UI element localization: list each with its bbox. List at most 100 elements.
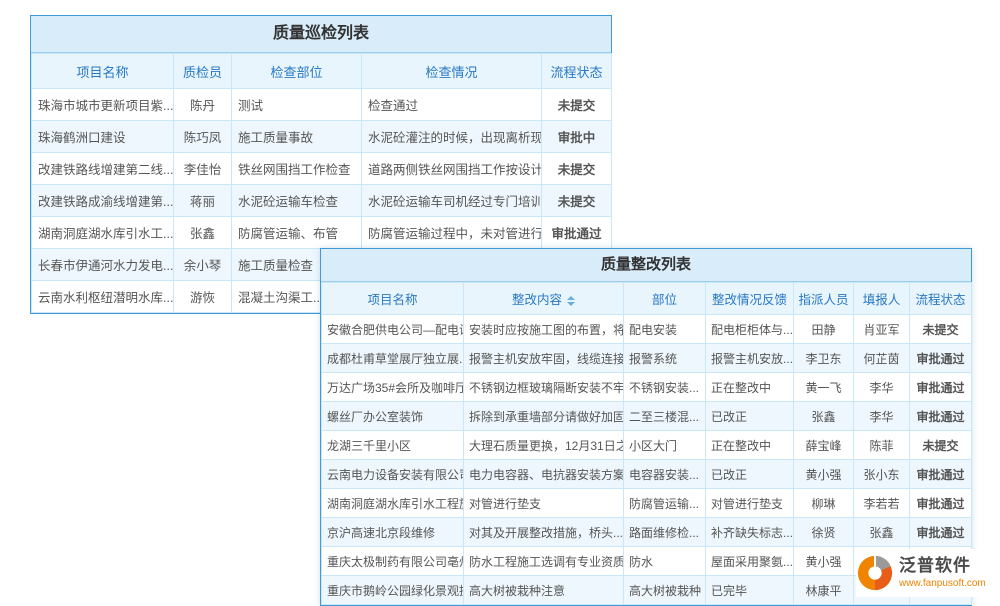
- project-name-link[interactable]: 重庆太极制药有限公司亳州中...: [322, 547, 464, 576]
- col-workflow-status[interactable]: 流程状态: [910, 283, 972, 315]
- rectify-content-cell: 防水工程施工选调有专业资质...: [464, 547, 624, 576]
- assignee-link[interactable]: 黄一飞: [794, 373, 854, 402]
- assignee-link[interactable]: 张鑫: [794, 402, 854, 431]
- inspection-row: 珠海鹤洲口建设 陈巧凤 施工质量事故 水泥砼灌注的时候，出现离析现象 审批中: [32, 121, 612, 153]
- reporter-link[interactable]: 李华: [854, 373, 910, 402]
- col-reporter[interactable]: 填报人: [854, 283, 910, 315]
- project-name-link[interactable]: 螺丝厂办公室装饰: [322, 402, 464, 431]
- reporter-link[interactable]: 李若若: [854, 489, 910, 518]
- status-badge: 审批通过: [910, 402, 972, 431]
- status-badge: 审批中: [542, 121, 612, 153]
- col-check-result[interactable]: 检查情况: [362, 54, 542, 89]
- project-name-link[interactable]: 湖南洞庭湖水库引水工...: [32, 217, 174, 249]
- assignee-link[interactable]: 林康平: [794, 576, 854, 605]
- inspection-row: 改建铁路成渝线增建第... 蒋丽 水泥砼运输车检查 水泥砼运输车司机经过专门培训…: [32, 185, 612, 217]
- brand-watermark: 泛普软件 www.fanpusoft.com: [856, 549, 998, 597]
- project-name-link[interactable]: 成都杜甫草堂展厅独立展...: [322, 344, 464, 373]
- check-part-cell: 测试: [232, 89, 362, 121]
- check-result-cell: 水泥砼灌注的时候，出现离析现象: [362, 121, 542, 153]
- project-name-link[interactable]: 京沪高速北京段维修: [322, 518, 464, 547]
- project-name-link[interactable]: 珠海市城市更新项目紫...: [32, 89, 174, 121]
- col-check-part[interactable]: 检查部位: [232, 54, 362, 89]
- rectify-row: 湖南洞庭湖水库引水工程施工... 对管进行垫支 防腐管运输... 对管进行垫支 …: [322, 489, 972, 518]
- inspector-link[interactable]: 陈巧凤: [174, 121, 232, 153]
- feedback-cell: 对管进行垫支: [706, 489, 794, 518]
- inspection-row: 改建铁路线增建第二线... 李佳怡 铁丝网围挡工作检查 道路两侧铁丝网围挡工作按…: [32, 153, 612, 185]
- col-label: 整改内容: [512, 293, 562, 307]
- status-badge: 审批通过: [910, 460, 972, 489]
- check-part-cell: 施工质量事故: [232, 121, 362, 153]
- rectification-table-title: 质量整改列表: [321, 249, 971, 282]
- check-result-cell: 检查通过: [362, 89, 542, 121]
- inspector-link[interactable]: 陈丹: [174, 89, 232, 121]
- project-name-link[interactable]: 安徽合肥供电公司—配电设备...: [322, 315, 464, 344]
- assignee-link[interactable]: 徐贤: [794, 518, 854, 547]
- reporter-link[interactable]: 张小东: [854, 460, 910, 489]
- reporter-link[interactable]: 何芷茵: [854, 344, 910, 373]
- project-name-link[interactable]: 云南水利枢纽潜明水库...: [32, 281, 174, 313]
- rectify-content-cell: 不锈钢边框玻璃隔断安装不牢...: [464, 373, 624, 402]
- assignee-link[interactable]: 李卫东: [794, 344, 854, 373]
- check-part-cell: 防腐管运输、布管: [232, 217, 362, 249]
- col-assignee[interactable]: 指派人员: [794, 283, 854, 315]
- feedback-cell: 已改正: [706, 402, 794, 431]
- col-project-name[interactable]: 项目名称: [32, 54, 174, 89]
- project-name-link[interactable]: 万达广场35#会所及咖啡厅空...: [322, 373, 464, 402]
- col-feedback[interactable]: 整改情况反馈: [706, 283, 794, 315]
- assignee-link[interactable]: 柳琳: [794, 489, 854, 518]
- rectify-row: 京沪高速北京段维修 对其及开展整改措施，桥头... 路面维修检... 补齐缺失标…: [322, 518, 972, 547]
- status-badge: 未提交: [910, 431, 972, 460]
- inspector-link[interactable]: 张鑫: [174, 217, 232, 249]
- col-project-name[interactable]: 项目名称: [322, 283, 464, 315]
- status-badge: 审批通过: [910, 489, 972, 518]
- inspection-row: 湖南洞庭湖水库引水工... 张鑫 防腐管运输、布管 防腐管运输过程中，未对管进行…: [32, 217, 612, 249]
- col-workflow-status[interactable]: 流程状态: [542, 54, 612, 89]
- reporter-link[interactable]: 肖亚军: [854, 315, 910, 344]
- project-name-link[interactable]: 云南电力设备安装有限公司20...: [322, 460, 464, 489]
- col-part[interactable]: 部位: [624, 283, 706, 315]
- rectify-content-cell: 对管进行垫支: [464, 489, 624, 518]
- project-name-link[interactable]: 湖南洞庭湖水库引水工程施工...: [322, 489, 464, 518]
- inspector-link[interactable]: 游恢: [174, 281, 232, 313]
- status-badge: 未提交: [542, 185, 612, 217]
- reporter-link[interactable]: 张鑫: [854, 518, 910, 547]
- project-name-link[interactable]: 重庆市鹅岭公园绿化景观提升...: [322, 576, 464, 605]
- assignee-link[interactable]: 黄小强: [794, 547, 854, 576]
- inspection-table-title: 质量巡检列表: [31, 16, 611, 53]
- rectify-content-cell: 大理石质量更换，12月31日之...: [464, 431, 624, 460]
- part-cell: 防腐管运输...: [624, 489, 706, 518]
- part-cell: 防水: [624, 547, 706, 576]
- sort-icon[interactable]: [567, 296, 575, 306]
- part-cell: 二至三楼混...: [624, 402, 706, 431]
- project-name-link[interactable]: 珠海鹤洲口建设: [32, 121, 174, 153]
- assignee-link[interactable]: 黄小强: [794, 460, 854, 489]
- col-rectify-content[interactable]: 整改内容: [464, 283, 624, 315]
- assignee-link[interactable]: 田静: [794, 315, 854, 344]
- reporter-link[interactable]: 陈菲: [854, 431, 910, 460]
- brand-name: 泛普软件: [899, 557, 986, 576]
- col-inspector[interactable]: 质检员: [174, 54, 232, 89]
- part-cell: 小区大门: [624, 431, 706, 460]
- status-badge: 审批通过: [542, 217, 612, 249]
- rectify-row: 成都杜甫草堂展厅独立展... 报警主机安放牢固，线缆连接... 报警系统 报警主…: [322, 344, 972, 373]
- feedback-cell: 已完毕: [706, 576, 794, 605]
- status-badge: 未提交: [542, 153, 612, 185]
- assignee-link[interactable]: 薛宝峰: [794, 431, 854, 460]
- feedback-cell: 补齐缺失标志...: [706, 518, 794, 547]
- reporter-link[interactable]: 李华: [854, 402, 910, 431]
- part-cell: 高大树被栽种: [624, 576, 706, 605]
- project-name-link[interactable]: 长春市伊通河水力发电...: [32, 249, 174, 281]
- part-cell: 路面维修检...: [624, 518, 706, 547]
- inspector-link[interactable]: 余小琴: [174, 249, 232, 281]
- status-badge: 未提交: [910, 315, 972, 344]
- check-result-cell: 防腐管运输过程中，未对管进行...: [362, 217, 542, 249]
- project-name-link[interactable]: 改建铁路成渝线增建第...: [32, 185, 174, 217]
- inspector-link[interactable]: 蒋丽: [174, 185, 232, 217]
- brand-url-link[interactable]: www.fanpusoft.com: [899, 578, 986, 589]
- part-cell: 不锈钢安装...: [624, 373, 706, 402]
- part-cell: 配电安装: [624, 315, 706, 344]
- project-name-link[interactable]: 龙湖三千里小区: [322, 431, 464, 460]
- project-name-link[interactable]: 改建铁路线增建第二线...: [32, 153, 174, 185]
- inspector-link[interactable]: 李佳怡: [174, 153, 232, 185]
- check-part-cell: 铁丝网围挡工作检查: [232, 153, 362, 185]
